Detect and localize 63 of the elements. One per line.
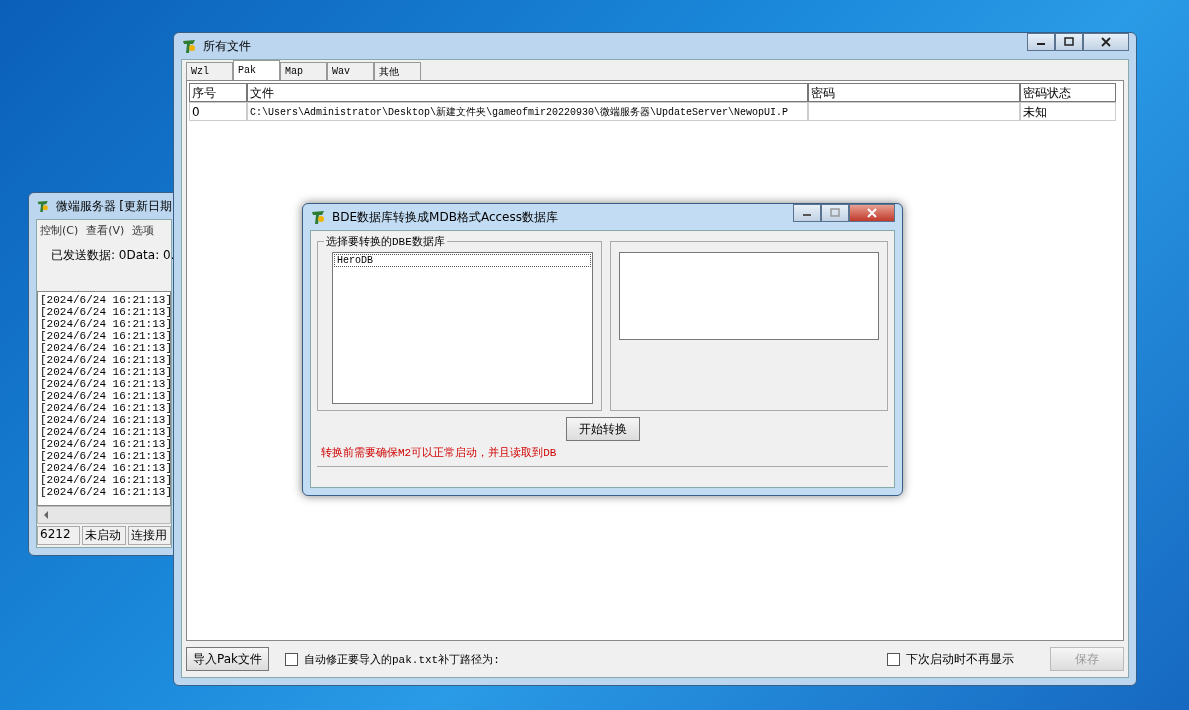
log-line: [2024/6/24 16:21:13] bbox=[40, 378, 168, 390]
log-line: [2024/6/24 16:21:13] bbox=[40, 330, 168, 342]
window-title: BDE数据库转换成MDB格式Access数据库 bbox=[332, 208, 558, 226]
checkbox[interactable] bbox=[285, 652, 298, 666]
tab[interactable]: 其他 bbox=[374, 62, 421, 80]
checkbox-label: 下次启动时不再显示 bbox=[906, 650, 1014, 668]
close-button[interactable] bbox=[849, 204, 895, 222]
log-line: [2024/6/24 16:21:13] bbox=[40, 486, 168, 498]
convert-button[interactable]: 开始转换 bbox=[565, 417, 640, 441]
log-line: [2024/6/24 16:21:13] bbox=[40, 366, 168, 378]
warning-text: 转换前需要确保M2可以正常启动，并且读取到DB bbox=[320, 446, 558, 460]
checkbox-label: 自动修正要导入的pak.txt补丁路径为: bbox=[304, 652, 500, 667]
sent-data-label: 已发送数据: 0Data: 0. bbox=[50, 247, 171, 264]
close-icon bbox=[1101, 37, 1111, 47]
close-button[interactable] bbox=[1083, 33, 1129, 51]
log-line: [2024/6/24 16:21:13] bbox=[40, 294, 168, 306]
column-header[interactable]: 文件 bbox=[247, 83, 808, 102]
menu-item[interactable]: 选项 bbox=[132, 223, 155, 238]
table-cell: C:\Users\Administrator\Desktop\新建文件夹\gameofmir20220930\微端服务器\UpdateServer\NewopUI.P bbox=[247, 102, 808, 121]
log-line: [2024/6/24 16:21:13] bbox=[40, 438, 168, 450]
tab[interactable]: Pak bbox=[233, 60, 280, 80]
status-cell: 连接用 bbox=[127, 526, 171, 545]
window-title: 所有文件 bbox=[203, 37, 251, 55]
log-line: [2024/6/24 16:21:13] bbox=[40, 354, 168, 366]
checkbox[interactable] bbox=[887, 652, 900, 666]
tab[interactable]: Map bbox=[280, 62, 327, 80]
log-line: [2024/6/24 16:21:13] bbox=[40, 402, 168, 414]
table-cell: 0 bbox=[189, 102, 247, 121]
menu-item[interactable]: 控制(C) bbox=[40, 223, 79, 238]
menu-item[interactable]: 查看(V) bbox=[86, 223, 125, 238]
log-line: [2024/6/24 16:21:13] bbox=[40, 342, 168, 354]
log-line: [2024/6/24 16:21:13] bbox=[40, 414, 168, 426]
window-title: 微端服务器 [更新日期 bbox=[55, 197, 172, 215]
column-header[interactable]: 密码状态 bbox=[1020, 83, 1116, 102]
table-cell: 未知 bbox=[1020, 102, 1116, 121]
log-line: [2024/6/24 16:21:13] bbox=[40, 390, 168, 402]
log-line: [2024/6/24 16:21:13] bbox=[40, 306, 168, 318]
tab[interactable]: Wzl bbox=[186, 62, 233, 80]
app-icon bbox=[181, 38, 197, 54]
close-icon bbox=[867, 208, 877, 218]
log-line: [2024/6/24 16:21:13] bbox=[40, 318, 168, 330]
group-label: 选择要转换的DBE数据库 bbox=[324, 234, 447, 249]
log-line: [2024/6/24 16:21:13] bbox=[40, 462, 168, 474]
import-button[interactable]: 导入Pak文件 bbox=[186, 647, 269, 671]
status-cell: 6212 bbox=[37, 526, 81, 545]
minimize-button[interactable] bbox=[793, 204, 821, 222]
maximize-icon bbox=[830, 208, 840, 218]
column-header[interactable]: 序号 bbox=[189, 83, 247, 102]
horizontal-scrollbar[interactable] bbox=[37, 506, 171, 524]
app-icon bbox=[310, 209, 326, 225]
log-line: [2024/6/24 16:21:13] bbox=[40, 450, 168, 462]
minimize-button[interactable] bbox=[1027, 33, 1055, 51]
column-header[interactable]: 密码 bbox=[808, 83, 1020, 102]
tab[interactable]: Wav bbox=[327, 62, 374, 80]
log-line: [2024/6/24 16:21:13] bbox=[40, 426, 168, 438]
maximize-button[interactable] bbox=[821, 204, 849, 222]
list-item[interactable]: HeroDB bbox=[334, 254, 591, 267]
maximize-icon bbox=[1064, 37, 1074, 47]
status-cell: 未启动 bbox=[82, 526, 126, 545]
log-line: [2024/6/24 16:21:13] bbox=[40, 474, 168, 486]
app-icon bbox=[36, 198, 50, 214]
maximize-button[interactable] bbox=[1055, 33, 1083, 51]
output-field[interactable] bbox=[618, 252, 879, 340]
